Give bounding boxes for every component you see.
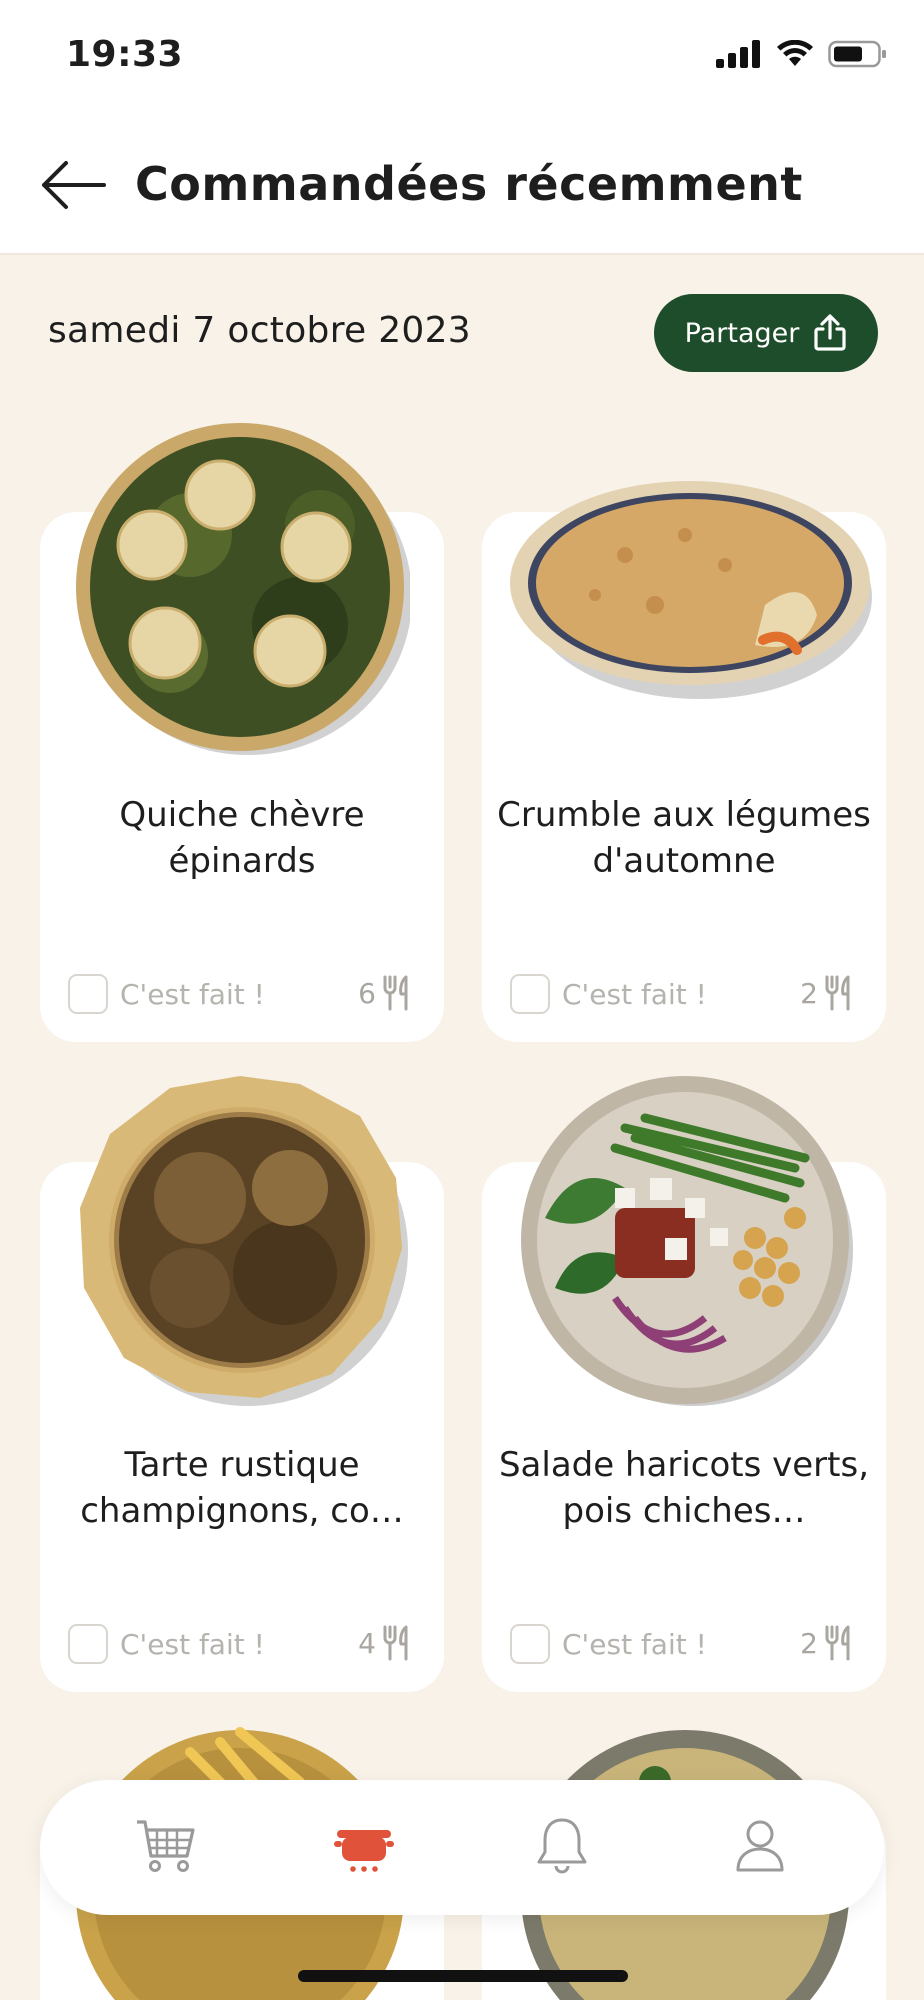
done-checkbox[interactable] [68,1624,108,1664]
done-checkbox[interactable] [510,1624,550,1664]
servings-count: 4 [358,1626,376,1660]
order-date: samedi 7 octobre 2023 [48,310,472,351]
status-time: 19:33 [66,34,184,75]
done-checkbox[interactable] [68,974,108,1014]
status-icons [716,40,888,68]
wifi-icon [777,40,813,66]
done-label: C'est fait ! [120,977,265,1011]
share-label: Partager [684,317,800,349]
nav-notifications[interactable] [530,1814,594,1878]
recipe-title: Salade haricots verts, pois chiches… [498,1445,870,1531]
fork-knife-icon [825,975,850,1011]
servings: 2 [800,975,856,1011]
page-title: Commandées récemment [135,157,803,211]
fork-knife-icon [825,1625,850,1661]
bell-icon [537,1818,587,1874]
tart-image [80,1076,408,1406]
servings: 4 [358,1625,414,1661]
nav-cart[interactable] [134,1814,198,1878]
servings: 2 [800,1625,856,1661]
nav-profile[interactable] [728,1814,792,1878]
pot-icon [334,1830,394,1872]
home-indicator [298,1970,628,1982]
cart-icon [137,1820,195,1872]
user-icon [736,1820,784,1872]
recipe-title: Crumble aux légumes d'automne [497,795,871,881]
fork-knife-icon [383,1625,408,1661]
quiche-image [76,423,410,755]
salad-image [521,1076,853,1406]
done-checkbox[interactable] [510,974,550,1014]
crumble-image [510,481,872,699]
servings-count: 2 [800,976,818,1010]
share-button[interactable]: Partager [654,294,878,372]
servings-count: 2 [800,1626,818,1660]
servings: 6 [358,975,414,1011]
arrow-left-icon [42,161,106,209]
recipe-title: Quiche chèvre épinards [119,795,365,881]
header: Commandées récemment [0,115,924,255]
done-label: C'est fait ! [562,1627,707,1661]
share-icon [814,314,846,351]
bottom-nav [40,1780,884,1915]
cellular-signal-icon [716,40,760,68]
recipe-title: Tarte rustique champignons, co… [80,1445,404,1531]
back-button[interactable] [38,155,118,215]
servings-count: 6 [358,976,376,1010]
status-bar: 19:33 [0,0,924,115]
battery-icon [828,40,886,68]
done-label: C'est fait ! [562,977,707,1011]
nav-recipes[interactable] [332,1814,396,1878]
done-label: C'est fait ! [120,1627,265,1661]
fork-knife-icon [383,975,408,1011]
